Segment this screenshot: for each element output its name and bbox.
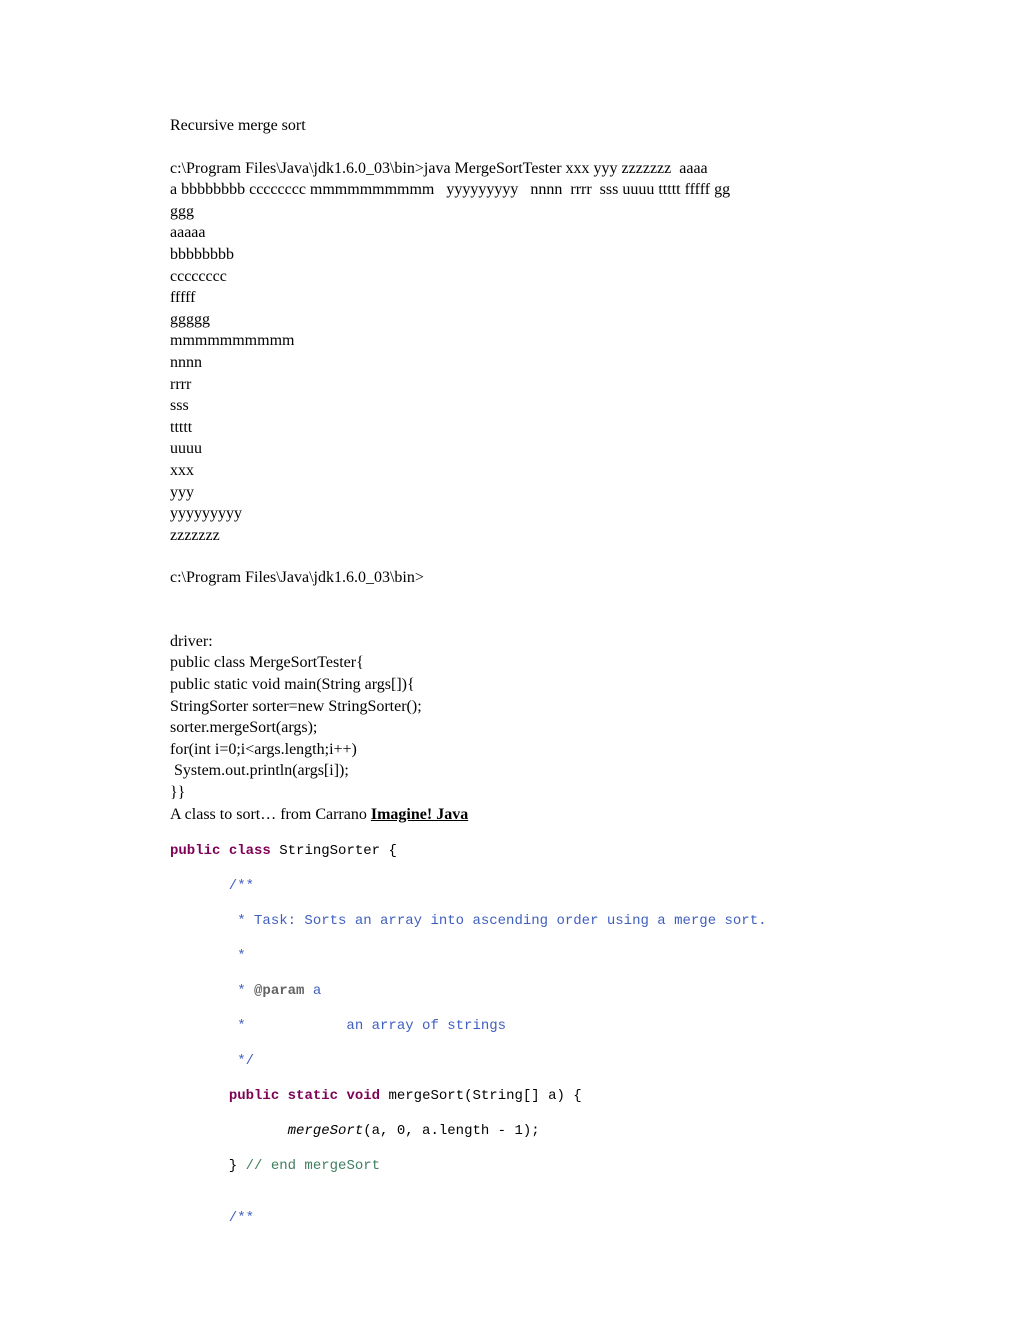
keyword: class	[229, 843, 271, 859]
javadoc-text: *	[170, 983, 254, 999]
method-args: (a, 0, a.length - 1);	[363, 1123, 539, 1139]
javadoc-line: */	[170, 1053, 910, 1071]
driver-line: public static void main(String args[]){	[170, 674, 910, 696]
keyword: public	[229, 1088, 279, 1104]
book-link[interactable]: Imagine! Java	[371, 806, 468, 823]
title: Recursive merge sort	[170, 115, 910, 137]
javadoc-line: * an array of strings	[170, 1018, 910, 1036]
keyword: public	[170, 843, 220, 859]
output-line: c:\Program Files\Java\jdk1.6.0_03\bin>ja…	[170, 158, 910, 180]
driver-line: sorter.mergeSort(args);	[170, 717, 910, 739]
output-line: nnnn	[170, 352, 910, 374]
code-line: mergeSort(a, 0, a.length - 1);	[170, 1123, 910, 1141]
document-body: Recursive merge sort c:\Program Files\Ja…	[170, 115, 910, 825]
comment: // end mergeSort	[246, 1158, 380, 1174]
driver-line: System.out.println(args[i]);	[170, 760, 910, 782]
code-line: public class StringSorter {	[170, 843, 910, 861]
output-line: ggg	[170, 201, 910, 223]
javadoc-line: *	[170, 948, 910, 966]
driver-line: for(int i=0;i<args.length;i++)	[170, 739, 910, 761]
code-line: public static void mergeSort(String[] a)…	[170, 1088, 910, 1106]
indent	[170, 1088, 229, 1104]
indent	[170, 1123, 288, 1139]
output-line: sss	[170, 395, 910, 417]
driver-line: StringSorter sorter=new StringSorter();	[170, 696, 910, 718]
driver-line: public class MergeSortTester{	[170, 652, 910, 674]
code-block: public class StringSorter { /** * Task: …	[170, 825, 910, 1263]
output-line: fffff	[170, 287, 910, 309]
method-signature: mergeSort(String[] a) {	[380, 1088, 582, 1104]
javadoc-line: * Task: Sorts an array into ascending or…	[170, 913, 910, 931]
output-line: bbbbbbbb	[170, 244, 910, 266]
output-line: rrrr	[170, 374, 910, 396]
output-line: zzzzzzz	[170, 525, 910, 547]
javadoc-line: /**	[170, 878, 910, 896]
output-line: aaaaa	[170, 222, 910, 244]
output-line: xxx	[170, 460, 910, 482]
prompt: c:\Program Files\Java\jdk1.6.0_03\bin>	[170, 567, 910, 589]
javadoc-line: /**	[170, 1210, 910, 1228]
output-line: uuuu	[170, 438, 910, 460]
output-line: ggggg	[170, 309, 910, 331]
javadoc-line: * @param a	[170, 983, 910, 1001]
output-line: mmmmmmmmmm	[170, 330, 910, 352]
carrano-line: A class to sort… from Carrano Imagine! J…	[170, 804, 910, 826]
driver-header: driver:	[170, 631, 910, 653]
carrano-prefix: A class to sort… from Carrano	[170, 806, 371, 823]
code-line: } // end mergeSort	[170, 1158, 910, 1176]
driver-line: }}	[170, 782, 910, 804]
keyword: static	[288, 1088, 338, 1104]
method-call: mergeSort	[288, 1123, 364, 1139]
output-line: cccccccc	[170, 266, 910, 288]
javadoc-text: a	[304, 983, 321, 999]
output-line: a bbbbbbbb cccccccc mmmmmmmmmm yyyyyyyyy…	[170, 179, 910, 201]
output-line: ttttt	[170, 417, 910, 439]
javadoc-annotation: @param	[254, 983, 304, 999]
class-name: StringSorter {	[271, 843, 397, 859]
output-line: yyy	[170, 482, 910, 504]
keyword: void	[346, 1088, 380, 1104]
brace: }	[170, 1158, 246, 1174]
output-line: yyyyyyyyy	[170, 503, 910, 525]
